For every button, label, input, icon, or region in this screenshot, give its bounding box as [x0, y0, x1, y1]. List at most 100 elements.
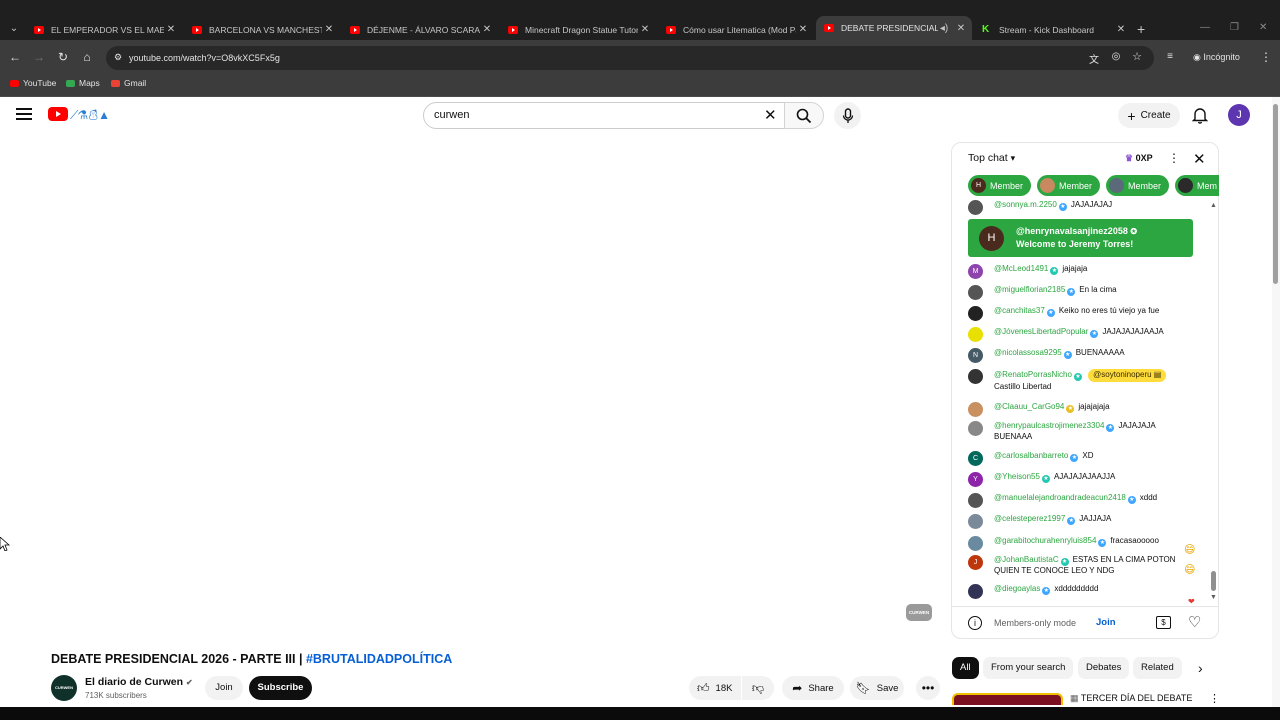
chat-avatar[interactable]	[968, 421, 983, 436]
chat-join-link[interactable]: Join	[1096, 617, 1116, 628]
browser-tab-active[interactable]: DEBATE PRESIDENCIAL 2026 ◂) ✕	[816, 16, 972, 40]
recommended-video-title-text[interactable]: TERCER DÍA DEL DEBATE	[1081, 693, 1193, 703]
member-pill[interactable]: Member	[1037, 175, 1101, 196]
recommended-video-title[interactable]: ▦ TERCER DÍA DEL DEBATE	[1070, 693, 1192, 704]
chat-avatar[interactable]	[968, 369, 983, 384]
join-button[interactable]: Join	[205, 676, 243, 700]
minimize-icon[interactable]: —	[1200, 22, 1210, 33]
chat-author[interactable]: @McLeod1491	[994, 264, 1048, 273]
chip-all[interactable]: All	[952, 657, 979, 679]
recommended-video-thumbnail[interactable]	[952, 693, 1063, 705]
chat-author[interactable]: @JóvenesLibertadPopular	[994, 327, 1088, 336]
more-vertical-icon[interactable]: ⋮	[1209, 692, 1220, 705]
chat-avatar[interactable]	[968, 536, 983, 551]
chat-author[interactable]: @RenatoPorrasNicho	[994, 370, 1072, 379]
close-chat-icon[interactable]: ✕	[1193, 150, 1206, 168]
chat-avatar[interactable]	[968, 306, 983, 321]
browser-tab[interactable]: K Stream - Kick Dashboard ✕	[974, 19, 1132, 40]
speaker-icon[interactable]: ◂)	[938, 23, 950, 34]
chat-avatar[interactable]	[968, 493, 983, 508]
tab-search-menu-icon[interactable]: ⌄	[6, 21, 22, 37]
notifications-button[interactable]	[1191, 106, 1209, 124]
close-window-icon[interactable]: ✕	[1259, 22, 1267, 33]
chat-avatar[interactable]	[968, 285, 983, 300]
browser-tab[interactable]: DÉJENME - ÁLVARO SCARAMEL ✕	[342, 19, 498, 40]
chip-from-your-search[interactable]: From your search	[983, 657, 1074, 679]
chat-author[interactable]: @Claauu_CarGo94	[994, 402, 1064, 411]
chat-author[interactable]: @nicolassosa9295	[994, 348, 1062, 357]
reload-icon[interactable]: ↻	[55, 50, 71, 64]
chat-scrollbar-thumb[interactable]	[1211, 571, 1216, 591]
more-actions-button[interactable]: •••	[916, 676, 940, 700]
translate-icon[interactable]: 文	[1086, 51, 1102, 66]
tracking-protection-icon[interactable]: ◎	[1108, 51, 1124, 62]
member-pill[interactable]: Mem	[1175, 175, 1219, 196]
youtube-logo[interactable]	[48, 107, 68, 121]
super-chat-icon[interactable]: $	[1156, 616, 1171, 629]
chat-avatar[interactable]: C	[968, 451, 983, 466]
account-avatar[interactable]: J	[1228, 104, 1250, 126]
chat-author[interactable]: @JohanBautistaC	[994, 555, 1059, 564]
chat-more-options-icon[interactable]: ⋮	[1168, 151, 1180, 165]
bookmark-youtube[interactable]: YouTube	[10, 78, 56, 88]
voice-search-button[interactable]	[834, 102, 861, 129]
chat-author[interactable]: @Yheison55	[994, 472, 1040, 481]
chat-author[interactable]: @henrypaulcastrojimenez3304	[994, 421, 1104, 430]
new-tab-icon[interactable]: +	[1137, 21, 1145, 37]
close-tab-icon[interactable]: ✕	[1114, 24, 1128, 35]
search-input-value[interactable]: curwen	[434, 109, 469, 121]
search-input[interactable]	[423, 102, 785, 129]
info-icon[interactable]: i	[968, 616, 982, 630]
chat-author[interactable]: @manuelalejandroandradeacun2418	[994, 493, 1126, 502]
chat-avatar[interactable]: N	[968, 348, 983, 363]
search-button[interactable]	[784, 102, 824, 129]
close-tab-icon[interactable]: ✕	[164, 24, 178, 35]
chat-author[interactable]: @sonnya.m.2250	[994, 200, 1057, 209]
subscribe-button[interactable]: Subscribe	[249, 676, 312, 700]
browser-tab[interactable]: Minecraft Dragon Statue Tutor ✕	[500, 19, 656, 40]
clear-search-icon[interactable]: ✕	[764, 106, 777, 124]
url-text[interactable]: youtube.com/watch?v=O8vkXC5Fx5g	[129, 53, 280, 63]
share-button[interactable]: ➦ Share	[782, 676, 844, 700]
chevron-right-icon[interactable]: ›	[1198, 660, 1203, 676]
page-scrollbar-thumb[interactable]	[1273, 104, 1278, 284]
scroll-down-arrow-icon[interactable]: ▼	[1210, 594, 1217, 601]
site-info-icon[interactable]: ⚙	[110, 52, 126, 63]
home-icon[interactable]: ⌂	[79, 50, 95, 64]
close-tab-icon[interactable]: ✕	[638, 24, 652, 35]
channel-avatar[interactable]: CURWEN	[51, 675, 77, 701]
browser-tab[interactable]: EL EMPERADOR VS EL MAESTRO ✕	[26, 19, 182, 40]
chat-avatar[interactable]	[968, 402, 983, 417]
heart-icon[interactable]: ♡	[1188, 613, 1201, 631]
close-tab-icon[interactable]: ✕	[480, 24, 494, 35]
chat-avatar[interactable]	[968, 200, 983, 215]
member-pill[interactable]: Member	[1106, 175, 1170, 196]
like-button[interactable]: 👍︎ 18K	[689, 676, 741, 700]
chat-scrollbar[interactable]	[1210, 205, 1216, 600]
guide-menu-icon[interactable]	[16, 108, 32, 122]
chat-avatar[interactable]: Y	[968, 472, 983, 487]
chat-author[interactable]: @carlosalbanbarreto	[994, 451, 1068, 460]
member-pill[interactable]: H Member	[968, 175, 1032, 196]
save-button[interactable]: 🔖︎ Save	[850, 676, 904, 700]
chat-avatar[interactable]	[968, 514, 983, 529]
browser-menu-icon[interactable]: ⋮	[1258, 50, 1274, 64]
incognito-indicator[interactable]: ◉ Incógnito	[1193, 52, 1240, 63]
chat-author[interactable]: @celesteperez1997	[994, 514, 1065, 523]
create-button[interactable]: + Create	[1118, 103, 1180, 128]
chip-debates[interactable]: Debates	[1078, 657, 1130, 679]
chat-author[interactable]: @miguelflorian2185	[994, 285, 1065, 294]
chat-avatar[interactable]: J	[968, 555, 983, 570]
chat-avatar[interactable]	[968, 584, 983, 599]
browser-tab[interactable]: BARCELONA VS MANCHESTER ✕	[184, 19, 340, 40]
chat-author[interactable]: @canchitas37	[994, 306, 1045, 315]
bookmark-gmail[interactable]: Gmail	[111, 78, 146, 88]
chat-author[interactable]: @diegoaylas	[994, 584, 1040, 593]
media-controls-icon[interactable]: ≡	[1162, 51, 1178, 62]
bookmark-star-icon[interactable]: ☆	[1129, 50, 1145, 63]
bookmark-maps[interactable]: Maps	[66, 78, 100, 88]
channel-name[interactable]: El diario de Curwen ✔	[85, 676, 193, 688]
channel-name-text[interactable]: El diario de Curwen	[85, 676, 183, 688]
chat-mode-dropdown[interactable]: Top chat ▾	[968, 152, 1015, 164]
xp-indicator[interactable]: ♛ 0XP	[1125, 153, 1153, 164]
